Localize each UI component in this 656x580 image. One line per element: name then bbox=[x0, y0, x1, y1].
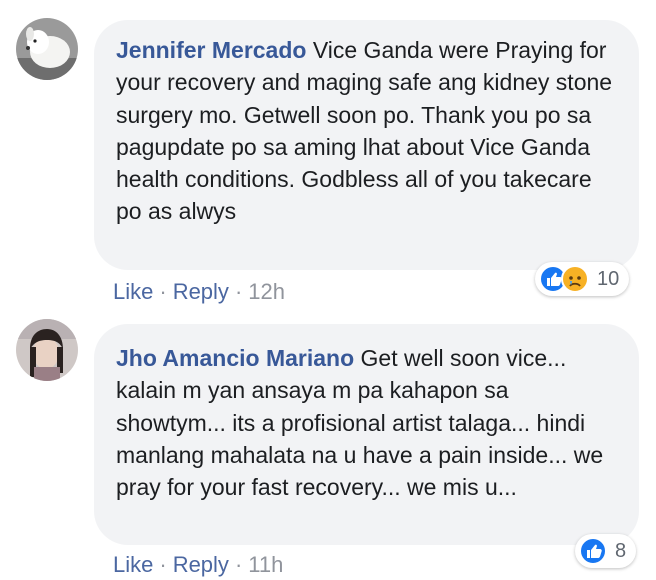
avatar[interactable] bbox=[16, 18, 78, 80]
comment-bubble: Jho Amancio Mariano Get well soon vice..… bbox=[94, 324, 639, 545]
reaction-count: 8 bbox=[615, 539, 627, 562]
separator: · bbox=[234, 279, 243, 304]
like-button[interactable]: Like bbox=[113, 552, 153, 577]
comment-author[interactable]: Jennifer Mercado bbox=[116, 37, 306, 63]
separator: · bbox=[159, 552, 167, 577]
person-avatar-image bbox=[16, 319, 78, 381]
timestamp[interactable]: 11h bbox=[248, 552, 283, 577]
like-button[interactable]: Like bbox=[113, 279, 153, 304]
separator: · bbox=[234, 552, 243, 577]
dog-avatar-image bbox=[16, 18, 78, 80]
comment-actions: Like · Reply · 12h bbox=[113, 279, 285, 305]
reactions-summary[interactable]: 8 bbox=[575, 534, 637, 568]
reaction-count: 10 bbox=[597, 267, 620, 290]
reply-button[interactable]: Reply bbox=[173, 279, 229, 304]
comment-text: Vice Ganda were Praying for your recover… bbox=[116, 37, 613, 225]
comment-bubble: Jennifer Mercado Vice Ganda were Praying… bbox=[94, 20, 639, 270]
reactions-summary[interactable]: 10 bbox=[535, 262, 630, 296]
separator: · bbox=[159, 279, 167, 304]
timestamp[interactable]: 12h bbox=[248, 279, 285, 304]
avatar[interactable] bbox=[16, 319, 78, 381]
sad-icon bbox=[561, 265, 589, 293]
reply-button[interactable]: Reply bbox=[173, 552, 229, 577]
comment-actions: Like · Reply · 11h bbox=[113, 552, 283, 578]
comment-author[interactable]: Jho Amancio Mariano bbox=[116, 345, 354, 371]
like-icon bbox=[579, 537, 607, 565]
